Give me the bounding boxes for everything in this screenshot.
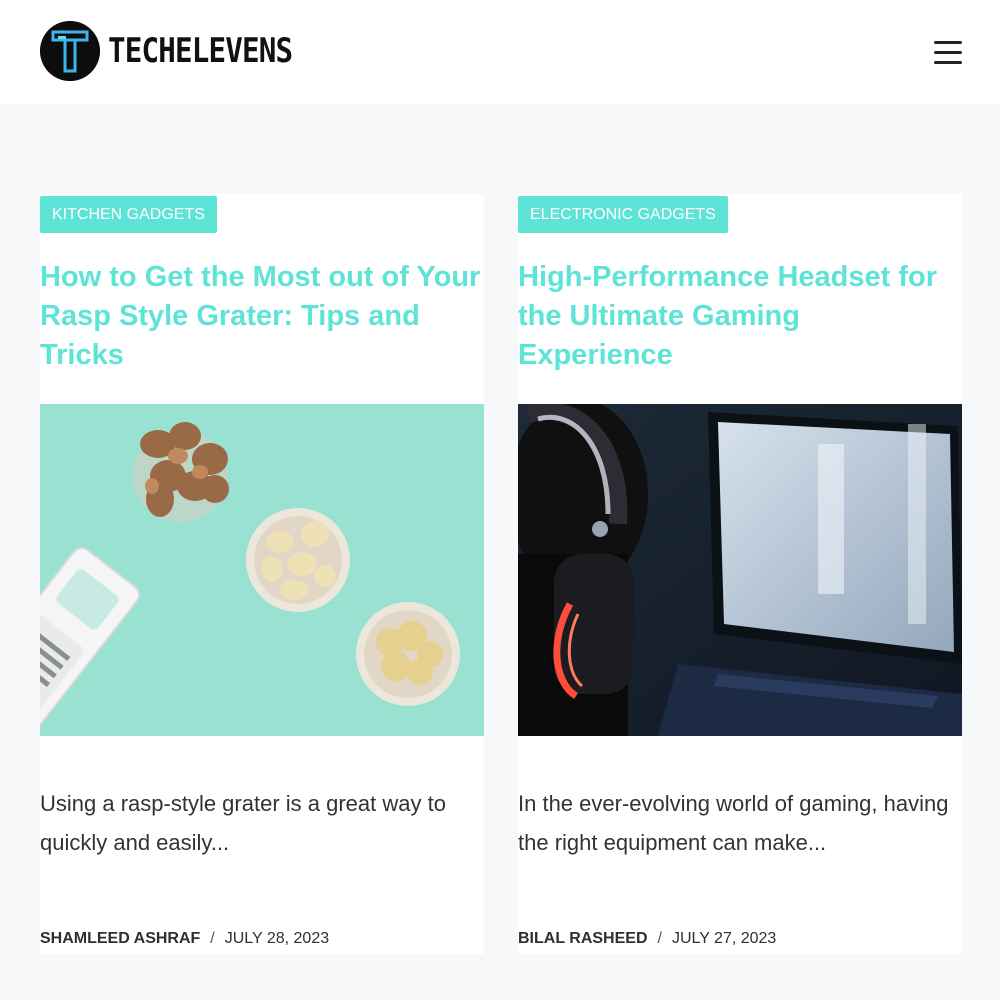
post-date: July 27, 2023 [671, 930, 777, 947]
post-card-headset: Electronic Gadgets High-Performance Head… [518, 194, 962, 954]
post-meta: Shamleed Ashraf / July 28, 2023 [40, 930, 329, 948]
post-date: July 28, 2023 [224, 930, 330, 947]
post-thumbnail-headset[interactable] [518, 404, 962, 736]
post-title[interactable]: How to Get the Most out of Your Rasp Sty… [40, 258, 484, 375]
site-brand-name: TECHELEVENS [108, 31, 293, 71]
category-badge[interactable]: Kitchen Gadgets [40, 196, 217, 233]
meta-separator: / [210, 930, 215, 947]
hamburger-icon[interactable] [934, 40, 962, 64]
post-author[interactable]: Bilal Rasheed [518, 930, 648, 947]
post-thumbnail-grater[interactable] [40, 404, 484, 736]
gaming-headset-image [518, 404, 962, 736]
post-title[interactable]: High-Performance Headset for the Ultimat… [518, 258, 962, 375]
post-excerpt: Using a rasp-style grater is a great way… [40, 791, 446, 855]
category-badge[interactable]: Electronic Gadgets [518, 196, 728, 233]
site-logo-link[interactable]: TECHELEVENS [40, 21, 322, 81]
post-meta: Bilal Rasheed / July 27, 2023 [518, 930, 776, 948]
post-card-grater: Kitchen Gadgets How to Get the Most out … [40, 194, 484, 954]
logo-icon [40, 21, 100, 81]
site-header: TECHELEVENS [0, 0, 1000, 104]
meta-separator: / [657, 930, 662, 947]
post-author[interactable]: Shamleed Ashraf [40, 930, 200, 947]
post-excerpt: In the ever-evolving world of gaming, ha… [518, 791, 949, 855]
grater-garlic-image [40, 404, 484, 736]
